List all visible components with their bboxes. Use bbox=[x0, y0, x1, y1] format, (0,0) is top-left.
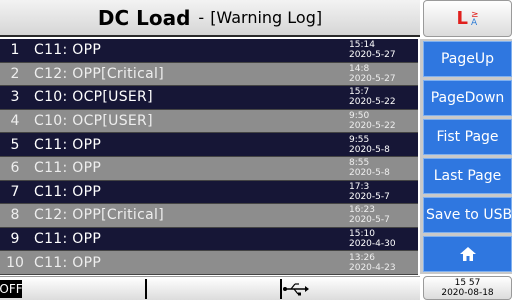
log-timestamp: 14:8 2020-5-27 bbox=[349, 64, 414, 84]
log-date: 2020-5-8 bbox=[349, 144, 390, 155]
log-index: 9 bbox=[10, 231, 20, 248]
log-timestamp: 15:7 2020-5-22 bbox=[349, 87, 414, 107]
log-message: C12: OPP[Critical] bbox=[34, 65, 164, 82]
log-row[interactable]: 6 C11: OPP 8:55 2020-5-8 bbox=[0, 156, 418, 181]
log-date: 2020-4-30 bbox=[349, 239, 396, 250]
log-time: 9:55 bbox=[349, 134, 370, 145]
log-date: 2020-5-7 bbox=[349, 215, 390, 226]
system-clock: 15 57 2020-08-18 bbox=[423, 276, 512, 300]
log-message: C11: OPP bbox=[34, 254, 102, 271]
log-index: 5 bbox=[10, 136, 20, 153]
first-page-button[interactable]: Fist Page bbox=[423, 119, 512, 155]
log-date: 2020-4-23 bbox=[349, 262, 396, 273]
log-index: 7 bbox=[10, 183, 20, 200]
log-timestamp: 16:23 2020-5-7 bbox=[349, 205, 414, 225]
log-time: 13:26 bbox=[349, 252, 375, 263]
log-row[interactable]: 1 C11: OPP 15:14 2020-5-27 bbox=[0, 39, 418, 63]
logo-icon: L bbox=[456, 8, 468, 29]
log-time: 14:8 bbox=[349, 63, 370, 74]
log-time: 15:7 bbox=[349, 87, 370, 98]
log-message: C10: OCP[USER] bbox=[34, 113, 153, 130]
log-date: 2020-5-7 bbox=[349, 191, 390, 202]
log-timestamp: 17:3 2020-5-7 bbox=[349, 182, 414, 202]
log-row[interactable]: 3 C10: OCP[USER] 15:7 2020-5-22 bbox=[0, 86, 418, 110]
log-date: 2020-5-22 bbox=[349, 97, 396, 108]
log-index: 2 bbox=[10, 65, 20, 82]
log-message: C11: OPP bbox=[34, 231, 102, 248]
home-icon bbox=[459, 247, 476, 261]
log-row[interactable]: 7 C11: OPP 17:3 2020-5-7 bbox=[0, 180, 418, 205]
log-timestamp: 8:55 2020-5-8 bbox=[349, 158, 414, 178]
log-message: C11: OPP bbox=[34, 183, 102, 200]
log-date: 2020-5-27 bbox=[349, 50, 396, 61]
log-time: 15:14 bbox=[349, 40, 375, 51]
log-row[interactable]: 8 C12: OPP[Critical] 16:23 2020-5-7 bbox=[0, 204, 418, 228]
log-index: 6 bbox=[10, 160, 20, 177]
log-index: 8 bbox=[10, 207, 20, 224]
log-message: C11: OPP bbox=[34, 42, 102, 59]
clock-date: 2020-08-18 bbox=[441, 288, 494, 298]
log-timestamp: 9:55 2020-5-8 bbox=[349, 135, 414, 155]
home-button[interactable] bbox=[423, 236, 512, 272]
log-row[interactable]: 10 C11: OPP 13:26 2020-4-23 bbox=[0, 251, 418, 275]
output-state-indicator[interactable]: OFF bbox=[0, 280, 23, 298]
log-message: C12: OPP[Critical] bbox=[34, 207, 164, 224]
log-time: 17:3 bbox=[349, 181, 370, 192]
log-time: 15:10 bbox=[349, 229, 375, 240]
title-bar: DC Load - [Warning Log] bbox=[0, 0, 420, 37]
log-message: C11: OPP bbox=[34, 160, 102, 177]
page-title: [Warning Log] bbox=[210, 8, 323, 27]
log-timestamp: 15:10 2020-4-30 bbox=[349, 229, 414, 249]
log-message: C11: OPP bbox=[34, 136, 102, 153]
log-time: 9:50 bbox=[349, 111, 370, 122]
language-glyph-bottom: A bbox=[470, 17, 478, 28]
title-separator: - bbox=[198, 8, 205, 27]
status-divider bbox=[145, 279, 147, 299]
log-time: 16:23 bbox=[349, 205, 375, 216]
log-row[interactable]: 5 C11: OPP 9:55 2020-5-8 bbox=[0, 133, 418, 157]
page-down-button[interactable]: PageDown bbox=[423, 80, 512, 116]
screen: DC Load - [Warning Log] L ≥ A 1 C11: OPP 1… bbox=[0, 0, 512, 300]
save-to-usb-button[interactable]: Save to USB bbox=[423, 197, 512, 233]
clock-time: 15 57 bbox=[454, 278, 481, 288]
log-row[interactable]: 2 C12: OPP[Critical] 14:8 2020-5-27 bbox=[0, 62, 418, 87]
log-index: 1 bbox=[10, 42, 20, 59]
log-date: 2020-5-27 bbox=[349, 73, 396, 84]
log-timestamp: 9:50 2020-5-22 bbox=[349, 111, 414, 131]
warning-log-list: 1 C11: OPP 15:14 2020-5-27 2 C12: OPP[Critica… bbox=[0, 39, 418, 275]
log-timestamp: 15:14 2020-5-27 bbox=[349, 40, 414, 60]
log-time: 8:55 bbox=[349, 158, 370, 169]
log-index: 3 bbox=[10, 89, 20, 106]
log-row[interactable]: 4 C10: OCP[USER] 9:50 2020-5-22 bbox=[0, 109, 418, 134]
log-index: 4 bbox=[10, 113, 20, 130]
language-button[interactable]: L ≥ A bbox=[423, 0, 512, 37]
page-up-button[interactable]: PageUp bbox=[423, 41, 512, 77]
status-bar: OFF bbox=[0, 276, 420, 300]
log-date: 2020-5-8 bbox=[349, 168, 390, 179]
log-index: 10 bbox=[6, 254, 24, 271]
log-row[interactable]: 9 C11: OPP 15:10 2020-4-30 bbox=[0, 227, 418, 252]
last-page-button[interactable]: Last Page bbox=[423, 158, 512, 194]
usb-icon bbox=[283, 283, 309, 296]
log-message: C10: OCP[USER] bbox=[34, 89, 153, 106]
app-title: DC Load bbox=[97, 5, 191, 30]
language-icon: ≥ A bbox=[470, 10, 479, 28]
log-timestamp: 13:26 2020-4-23 bbox=[349, 253, 414, 273]
log-date: 2020-5-22 bbox=[349, 121, 396, 132]
side-button-panel: PageUp PageDown Fist Page Last Page Save… bbox=[420, 39, 512, 274]
